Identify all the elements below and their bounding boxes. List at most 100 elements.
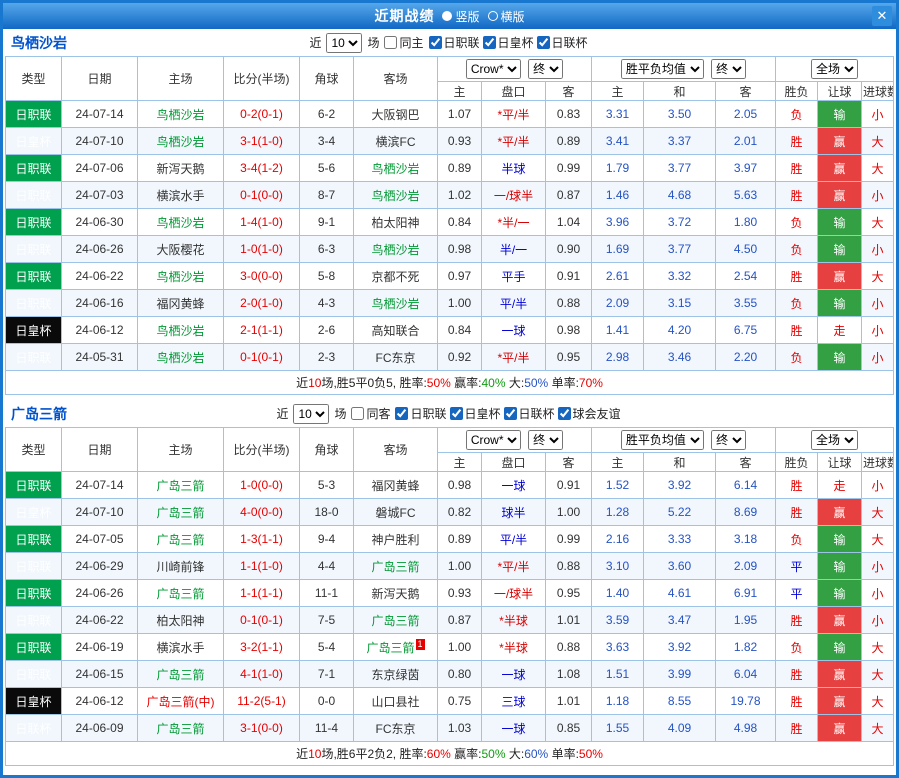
radio-selected-icon[interactable]	[442, 11, 452, 21]
euro-home-odds: 1.18	[592, 688, 644, 715]
col-asian-home: 主	[438, 453, 482, 472]
home-team: 广岛三箭	[138, 580, 224, 607]
asian-away-odds: 0.89	[546, 128, 592, 155]
same-venue-filter[interactable]: 同主	[384, 34, 423, 51]
close-icon[interactable]: ✕	[872, 6, 892, 26]
same-venue-checkbox[interactable]	[351, 407, 364, 420]
match-row: 日职联24-05-31鸟栖沙岩0-1(0-1)2-3FC东京0.92*平/半0.…	[6, 344, 894, 371]
league-badge: 日职联	[6, 580, 62, 607]
goals-result: 小	[862, 344, 894, 371]
handicap-result: 赢	[818, 128, 862, 155]
asian-home-odds: 0.93	[438, 128, 482, 155]
score: 2-0(1-0)	[224, 290, 300, 317]
radio-horizontal-layout[interactable]: 横版	[488, 8, 525, 25]
score: 3-0(0-0)	[224, 263, 300, 290]
league-checkbox[interactable]	[395, 407, 408, 420]
league-checkbox[interactable]	[483, 36, 496, 49]
score: 2-1(1-1)	[224, 317, 300, 344]
handicap: *半球	[482, 634, 546, 661]
asian-home-odds: 0.87	[438, 607, 482, 634]
goals-result: 小	[862, 553, 894, 580]
euro-draw-odds: 3.60	[644, 553, 716, 580]
odds-company-select[interactable]: Crow*	[466, 59, 521, 79]
league-badge: 日职联	[6, 553, 62, 580]
asian-away-odds: 1.04	[546, 209, 592, 236]
handicap-result: 赢	[818, 182, 862, 209]
away-team: 广岛三箭	[354, 553, 438, 580]
match-result: 负	[776, 101, 818, 128]
handicap-result: 走	[818, 472, 862, 499]
home-team: 广岛三箭	[138, 661, 224, 688]
league-filter[interactable]: 日皇杯	[450, 405, 501, 422]
asian-away-odds: 1.01	[546, 607, 592, 634]
europe-odds-select[interactable]: 胜平负均值	[621, 430, 704, 450]
euro-home-odds: 3.63	[592, 634, 644, 661]
match-row: 日皇杯24-06-12鸟栖沙岩2-1(1-1)2-6高知联合0.84一球0.98…	[6, 317, 894, 344]
europe-stage-select[interactable]: 终	[711, 59, 746, 79]
handicap-result: 输	[818, 634, 862, 661]
match-date: 24-07-03	[62, 182, 138, 209]
corner-score: 11-4	[300, 715, 354, 742]
asian-home-odds: 1.07	[438, 101, 482, 128]
goals-result: 小	[862, 290, 894, 317]
handicap: 一球	[482, 317, 546, 344]
euro-draw-odds: 4.68	[644, 182, 716, 209]
league-badge: 日职联	[6, 236, 62, 263]
odds-stage-select[interactable]: 终	[528, 430, 563, 450]
home-team: 福冈黄蜂	[138, 290, 224, 317]
away-team: 山口县社	[354, 688, 438, 715]
asian-home-odds: 0.89	[438, 526, 482, 553]
asian-away-odds: 1.00	[546, 499, 592, 526]
handicap: *半/一	[482, 209, 546, 236]
col-date: 日期	[62, 428, 138, 472]
league-filter[interactable]: 日职联	[395, 405, 446, 422]
league-filter[interactable]: 日联杯	[537, 34, 588, 51]
league-checkbox[interactable]	[450, 407, 463, 420]
league-filter[interactable]: 日皇杯	[483, 34, 534, 51]
asian-home-odds: 0.97	[438, 263, 482, 290]
odds-company-select[interactable]: Crow*	[466, 430, 521, 450]
league-filter[interactable]: 日职联	[429, 34, 480, 51]
match-scope-select[interactable]: 全场	[811, 59, 858, 79]
match-scope-select[interactable]: 全场	[811, 430, 858, 450]
match-date: 24-07-14	[62, 101, 138, 128]
goals-result: 小	[862, 101, 894, 128]
score: 3-1(1-0)	[224, 128, 300, 155]
league-checkbox[interactable]	[558, 407, 571, 420]
league-checkbox[interactable]	[537, 36, 550, 49]
handicap-result: 赢	[818, 607, 862, 634]
handicap: 一/球半	[482, 182, 546, 209]
recent-count-select[interactable]: 10	[326, 33, 362, 53]
home-team: 鸟栖沙岩	[138, 209, 224, 236]
asian-odds-group: Crow* 终	[438, 57, 592, 82]
recent-count-select[interactable]: 10	[293, 404, 329, 424]
away-team: 大阪钢巴	[354, 101, 438, 128]
same-venue-checkbox[interactable]	[384, 36, 397, 49]
footer-stat: 70%	[579, 376, 603, 390]
corner-score: 0-0	[300, 688, 354, 715]
match-result: 平	[776, 580, 818, 607]
league-checkbox[interactable]	[504, 407, 517, 420]
league-filter[interactable]: 日联杯	[504, 405, 555, 422]
radio-unselected-icon[interactable]	[488, 11, 498, 21]
goals-result: 大	[862, 128, 894, 155]
europe-stage-select[interactable]: 终	[711, 430, 746, 450]
euro-home-odds: 2.09	[592, 290, 644, 317]
league-label: 日联杯	[519, 405, 555, 422]
league-badge: 日联杯	[6, 715, 62, 742]
league-badge: 日职联	[6, 263, 62, 290]
corner-score: 5-8	[300, 263, 354, 290]
league-checkbox[interactable]	[429, 36, 442, 49]
recent-prefix-label: 近	[309, 34, 321, 51]
asian-away-odds: 0.95	[546, 580, 592, 607]
handicap-result: 输	[818, 526, 862, 553]
away-team: 磐城FC	[354, 499, 438, 526]
match-row: 日职联24-06-30鸟栖沙岩1-4(1-0)9-1柏太阳神0.84*半/一1.…	[6, 209, 894, 236]
euro-away-odds: 3.55	[716, 290, 776, 317]
euro-draw-odds: 3.33	[644, 526, 716, 553]
radio-vertical-layout[interactable]: 竖版	[442, 8, 479, 25]
europe-odds-select[interactable]: 胜平负均值	[621, 59, 704, 79]
league-filter[interactable]: 球会友谊	[558, 405, 621, 422]
odds-stage-select[interactable]: 终	[528, 59, 563, 79]
same-venue-filter[interactable]: 同客	[351, 405, 390, 422]
